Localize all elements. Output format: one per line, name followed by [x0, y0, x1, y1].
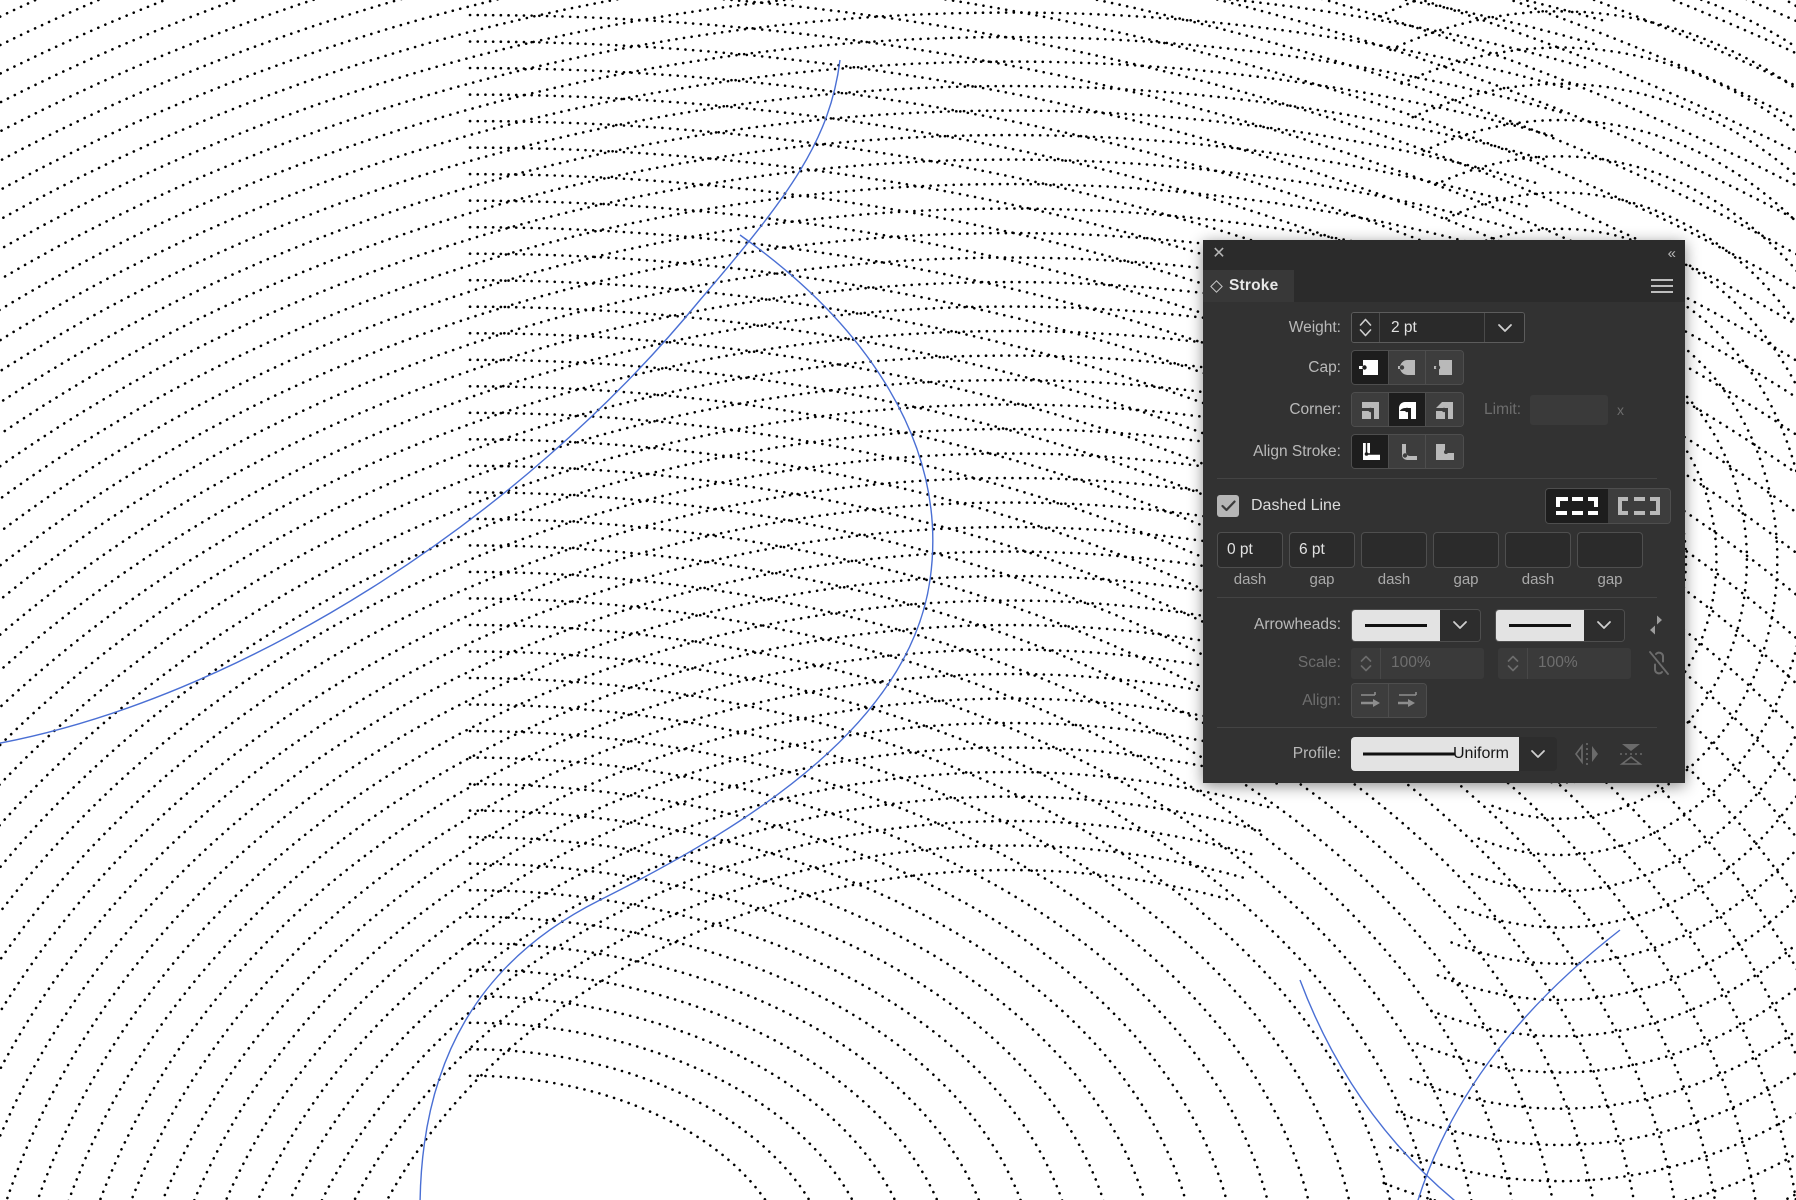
arrowhead-align-row: Align:	[1203, 679, 1671, 718]
scale-start-field: 100%	[1351, 647, 1484, 679]
profile-select[interactable]: Uniform	[1351, 737, 1557, 771]
corner-row: Corner: Limit: x	[1203, 385, 1671, 427]
divider-2	[1217, 597, 1657, 598]
cap-projecting-button[interactable]	[1426, 351, 1463, 384]
align-stroke-inside-button[interactable]	[1389, 435, 1426, 468]
link-scales-icon	[1647, 650, 1671, 676]
panel-tab-row: Stroke	[1203, 270, 1685, 302]
stroke-panel: ✕ « Stroke Weight: 2 pt Cap: Corner: Lim…	[1203, 240, 1685, 783]
limit-input	[1530, 394, 1609, 425]
weight-row: Weight: 2 pt	[1203, 302, 1671, 343]
flip-along-icon[interactable]	[1573, 741, 1601, 767]
arrowhead-end-select[interactable]	[1495, 608, 1625, 642]
dash-preserve-exact-button[interactable]	[1546, 489, 1608, 523]
cap-label: Cap:	[1308, 358, 1341, 376]
corner-bevel-button[interactable]	[1426, 393, 1463, 426]
divider-1	[1217, 478, 1657, 479]
profile-value: Uniform	[1452, 745, 1509, 762]
panel-menu-icon[interactable]	[1651, 279, 1673, 293]
gap-input-3[interactable]	[1577, 532, 1643, 568]
scale-end-input: 100%	[1538, 654, 1578, 671]
gap-caption-2: gap	[1453, 571, 1479, 588]
arrowhead-end-preview[interactable]	[1496, 609, 1584, 641]
gap-caption-1: gap	[1309, 571, 1335, 588]
corner-miter-button[interactable]	[1352, 393, 1389, 426]
limit-label: Limit:	[1484, 400, 1522, 418]
align-stroke-outside-button[interactable]	[1426, 435, 1463, 468]
arrowhead-end-dropdown-icon[interactable]	[1584, 609, 1624, 641]
align-stroke-row: Align Stroke:	[1203, 427, 1671, 469]
arrow-extend-beyond-button	[1352, 684, 1389, 717]
divider-3	[1217, 727, 1657, 728]
limit-group: Limit: x	[1484, 394, 1625, 425]
close-icon[interactable]: ✕	[1210, 245, 1228, 263]
scale-start-stepper	[1351, 647, 1381, 679]
dash-caption-3: dash	[1521, 571, 1555, 588]
corner-round-button[interactable]	[1389, 393, 1426, 426]
dash-cell-6: gap	[1577, 532, 1643, 588]
dash-cell-1: 0 pt dash	[1217, 532, 1283, 588]
scale-label: Scale:	[1297, 654, 1341, 671]
arrowhead-start-preview[interactable]	[1352, 609, 1440, 641]
profile-uniform-line-icon	[1363, 752, 1455, 756]
gap-input-2[interactable]	[1433, 532, 1499, 568]
profile-dropdown-icon[interactable]	[1519, 737, 1557, 771]
swap-arrowheads-icon[interactable]	[1643, 613, 1669, 637]
arrowhead-start-select[interactable]	[1351, 608, 1481, 642]
weight-field[interactable]: 2 pt	[1351, 312, 1525, 343]
profile-row: Profile: Uniform	[1203, 737, 1671, 783]
align-stroke-label: Align Stroke:	[1253, 442, 1341, 460]
gap-input-1[interactable]: 6 pt	[1289, 532, 1355, 568]
gap-caption-3: gap	[1597, 571, 1623, 588]
dash-align-corners-button[interactable]	[1608, 489, 1670, 523]
profile-label: Profile:	[1292, 745, 1341, 762]
arrowheads-row: Arrowheads:	[1203, 607, 1671, 643]
arrow-tip-at-end-button	[1389, 684, 1426, 717]
tab-stroke[interactable]: Stroke	[1203, 270, 1295, 302]
dashed-line-label: Dashed Line	[1251, 497, 1341, 514]
stroke-tab-icon	[1210, 279, 1223, 293]
panel-body: Weight: 2 pt Cap: Corner: Limit: x Align…	[1203, 302, 1685, 783]
align-stroke-button-group	[1351, 434, 1464, 469]
dash-input-1[interactable]: 0 pt	[1217, 532, 1283, 568]
dash-cell-4: gap	[1433, 532, 1499, 588]
scale-end-stepper	[1498, 647, 1528, 679]
arrowhead-align-label: Align:	[1302, 691, 1341, 709]
limit-unit: x	[1617, 401, 1625, 418]
dashed-line-checkbox[interactable]	[1217, 495, 1239, 517]
weight-label: Weight:	[1288, 318, 1341, 336]
dash-input-2[interactable]	[1361, 532, 1427, 568]
weight-stepper[interactable]	[1352, 313, 1380, 342]
dash-caption-2: dash	[1377, 571, 1411, 588]
dashed-line-row: Dashed Line	[1203, 488, 1671, 524]
cap-row: Cap:	[1203, 343, 1671, 385]
align-stroke-center-button[interactable]	[1352, 435, 1389, 468]
dash-cell-3: dash	[1361, 532, 1427, 588]
scale-start-input: 100%	[1391, 654, 1431, 671]
cap-round-button[interactable]	[1389, 351, 1426, 384]
dash-fields-grid: 0 pt dash 6 pt gap dash gap dash gap	[1203, 524, 1671, 588]
panel-title: Stroke	[1229, 277, 1279, 294]
arrowhead-start-dropdown-icon[interactable]	[1440, 609, 1480, 641]
arrowhead-align-group	[1351, 683, 1427, 718]
dash-cell-2: 6 pt gap	[1289, 532, 1355, 588]
scale-end-field: 100%	[1498, 647, 1631, 679]
cap-button-group	[1351, 350, 1464, 385]
flip-across-icon[interactable]	[1617, 741, 1645, 767]
dash-cell-5: dash	[1505, 532, 1571, 588]
corner-label: Corner:	[1289, 400, 1341, 418]
panel-title-bar: ✕ «	[1203, 240, 1685, 270]
arrowheads-label: Arrowheads:	[1253, 616, 1341, 633]
weight-input[interactable]: 2 pt	[1380, 313, 1484, 342]
corner-button-group	[1351, 392, 1464, 427]
weight-dropdown-icon[interactable]	[1484, 313, 1524, 342]
dash-mode-group	[1545, 488, 1671, 524]
dash-caption-1: dash	[1233, 571, 1267, 588]
collapse-panel-icon[interactable]: «	[1668, 243, 1676, 265]
cap-butt-button[interactable]	[1352, 351, 1389, 384]
dash-input-3[interactable]	[1505, 532, 1571, 568]
scale-row: Scale: 100% 100%	[1203, 643, 1671, 679]
profile-preview[interactable]: Uniform	[1351, 737, 1519, 771]
